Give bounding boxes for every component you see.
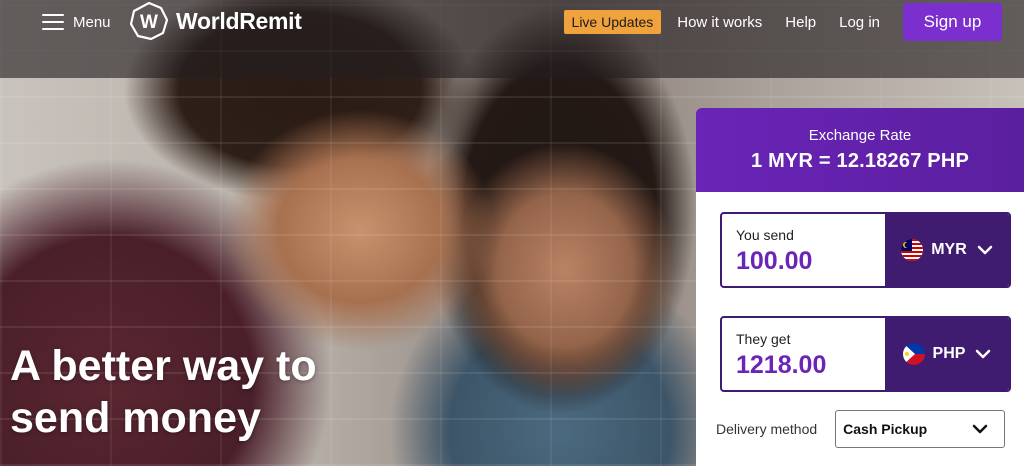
menu-label: Menu bbox=[73, 13, 111, 31]
headline-line-1: A better way to bbox=[10, 342, 317, 390]
malaysia-flag-icon bbox=[901, 239, 924, 261]
receive-amount-field: They get 1218.00 PHP bbox=[720, 316, 1011, 392]
how-it-works-link[interactable]: How it works bbox=[677, 14, 762, 31]
receive-currency-code: PHP bbox=[932, 345, 966, 362]
hero-headline: A better way to send money bbox=[10, 340, 317, 444]
send-label: You send bbox=[736, 227, 794, 243]
exchange-rate-box: Exchange Rate 1 MYR = 12.18267 PHP bbox=[696, 108, 1024, 192]
send-amount-input[interactable]: You send 100.00 bbox=[722, 214, 885, 286]
brand-name: WorldRemit bbox=[176, 7, 302, 34]
exchange-rate-value: 1 MYR = 12.18267 PHP bbox=[750, 150, 969, 172]
headline-line-2: send money bbox=[10, 394, 261, 442]
receive-label: They get bbox=[736, 331, 791, 347]
receive-amount-input[interactable]: They get 1218.00 bbox=[722, 318, 885, 390]
chevron-down-icon bbox=[977, 245, 993, 255]
brand-logo[interactable]: W WorldRemit bbox=[130, 2, 302, 40]
top-navigation: Menu W WorldRemit Live Updates How it wo… bbox=[0, 0, 1024, 78]
receive-amount: 1218.00 bbox=[736, 351, 827, 379]
login-link[interactable]: Log in bbox=[839, 14, 880, 31]
help-link[interactable]: Help bbox=[785, 14, 816, 31]
send-money-calculator: Exchange Rate 1 MYR = 12.18267 PHP You s… bbox=[696, 108, 1024, 466]
menu-button[interactable]: Menu bbox=[42, 10, 111, 34]
receive-currency-select[interactable]: PHP bbox=[885, 318, 1009, 390]
delivery-method-row: Delivery method Cash Pickup bbox=[716, 410, 1006, 448]
send-currency-code: MYR bbox=[931, 241, 967, 258]
delivery-method-value: Cash Pickup bbox=[843, 421, 928, 437]
worldremit-logo-icon: W bbox=[130, 2, 168, 40]
calculator-form: You send 100.00 MYR They get 1218.00 PHP… bbox=[696, 192, 1024, 466]
logo-letter: W bbox=[140, 12, 158, 33]
exchange-rate-title: Exchange Rate bbox=[808, 127, 912, 144]
philippines-flag-icon bbox=[902, 343, 925, 365]
nav-links: Live Updates How it works Help Log in Si… bbox=[563, 3, 1002, 41]
chevron-down-icon bbox=[976, 349, 991, 359]
send-amount-field: You send 100.00 MYR bbox=[720, 212, 1011, 288]
send-currency-select[interactable]: MYR bbox=[885, 214, 1009, 286]
send-amount: 100.00 bbox=[736, 247, 813, 275]
delivery-method-select[interactable]: Cash Pickup bbox=[835, 410, 1006, 448]
menu-icon bbox=[42, 14, 64, 30]
live-updates-link[interactable]: Live Updates bbox=[563, 10, 662, 34]
signup-button[interactable]: Sign up bbox=[903, 3, 1002, 41]
chevron-down-icon bbox=[972, 424, 988, 434]
delivery-method-label: Delivery method bbox=[716, 421, 818, 437]
